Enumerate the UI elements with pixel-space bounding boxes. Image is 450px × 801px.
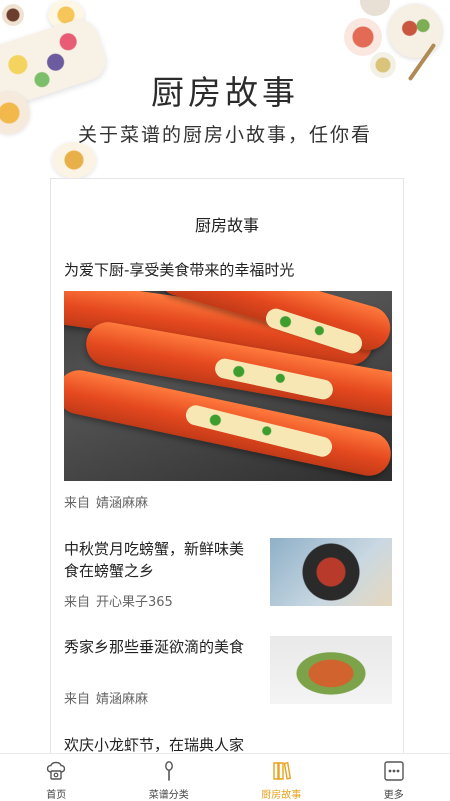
tab-label: 首页 [46, 786, 66, 801]
grilled-shrimp-image[interactable] [64, 291, 392, 481]
food-plate-decoration [360, 0, 390, 16]
tab-label: 菜谱分类 [149, 786, 189, 801]
article-source: 来自开心果子365 [64, 591, 173, 610]
article-title[interactable]: 秀家乡那些垂涎欲滴的美食 [64, 636, 256, 658]
tab-recipe-categories[interactable]: 菜谱分类 [113, 754, 226, 801]
crab-pan-image[interactable] [270, 538, 392, 606]
page-title: 厨房故事 [0, 66, 450, 114]
tab-kitchen-stories[interactable]: 厨房故事 [225, 754, 338, 801]
article-source: 来自婧涵麻麻 [64, 688, 148, 707]
book-icon [269, 759, 293, 783]
source-prefix: 来自 [64, 692, 90, 707]
article-title[interactable]: 中秋赏月吃螃蟹，新鲜味美食在螃蟹之乡 [64, 538, 256, 582]
source-prefix: 来自 [64, 595, 90, 610]
more-icon [382, 759, 406, 783]
source-prefix: 来自 [64, 496, 90, 511]
stories-card: 厨房故事 为爱下厨-享受美食带来的幸福时光 来自婧涵麻麻 中秋赏月吃螃蟹，新鲜味… [50, 178, 404, 754]
author-name[interactable]: 婧涵麻麻 [96, 496, 148, 511]
food-plate-decoration [388, 4, 442, 58]
header-banner: 厨房故事 关于菜谱的厨房小故事，任你看 [0, 0, 450, 180]
tab-label: 厨房故事 [261, 786, 301, 801]
chef-hat-icon [44, 759, 68, 783]
tab-more[interactable]: 更多 [338, 754, 450, 801]
author-name[interactable]: 婧涵麻麻 [96, 692, 148, 707]
page-subtitle: 关于菜谱的厨房小故事，任你看 [0, 120, 450, 147]
food-plate-decoration [52, 142, 96, 178]
author-name[interactable]: 开心果子365 [96, 595, 173, 610]
tab-home[interactable]: 首页 [0, 754, 113, 801]
seafood-platter-image[interactable] [270, 636, 392, 704]
article-title[interactable]: 欢庆小龙虾节，在瑞典人家 [64, 734, 324, 754]
bottom-tab-bar: 首页 菜谱分类 厨房故事 更多 [0, 753, 450, 801]
spoon-icon [157, 759, 181, 783]
article-title[interactable]: 为爱下厨-享受美食带来的幸福时光 [64, 259, 394, 280]
card-title: 厨房故事 [51, 212, 403, 236]
food-plate-decoration [344, 18, 382, 56]
tab-label: 更多 [384, 786, 404, 801]
article-source: 来自婧涵麻麻 [64, 492, 148, 511]
food-plate-decoration [2, 4, 24, 26]
